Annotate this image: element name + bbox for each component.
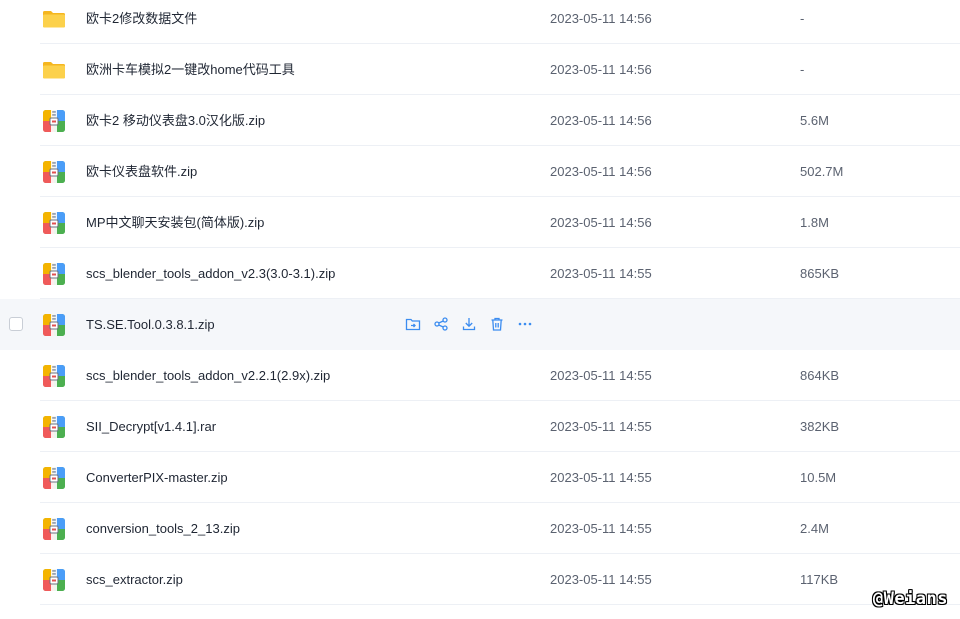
file-name[interactable]: 欧卡仪表盘软件.zip (86, 163, 197, 180)
folder-icon (42, 7, 66, 31)
archive-icon (42, 568, 66, 592)
file-row[interactable]: SII_Decrypt[v1.4.1].rar 2023-05-11 14:55 3… (0, 401, 960, 452)
file-date: 2023-05-11 14:55 (550, 266, 652, 281)
file-row[interactable]: 欧洲卡车模拟2一键改home代码工具 2023-05-11 14:56 - (0, 44, 960, 95)
file-row[interactable]: scs_blender_tools_addon_v2.3(3.0-3.1).zi… (0, 248, 960, 299)
file-size: 117KB (800, 572, 839, 587)
file-name[interactable]: ConverterPIX-master.zip (86, 469, 228, 486)
file-row[interactable]: 欧卡2修改数据文件 2023-05-11 14:56 - (0, 0, 960, 44)
file-date: 2023-05-11 14:56 (550, 11, 652, 26)
file-size: 865KB (800, 266, 840, 281)
file-row[interactable]: TS.SE.Tool.0.3.8.1.zip (0, 299, 960, 350)
archive-icon (42, 109, 66, 133)
folder-icon (42, 58, 66, 82)
file-date: 2023-05-11 14:55 (550, 521, 652, 536)
archive-icon (42, 313, 66, 337)
row-actions (404, 315, 534, 333)
file-list: 欧卡2修改数据文件 2023-05-11 14:56- 欧洲卡车模拟2一键改home… (0, 0, 960, 619)
file-row[interactable]: 欧卡仪表盘软件.zip 2023-05-11 14:56 502.7M (0, 146, 960, 197)
file-name[interactable]: scs_blender_tools_addon_v2.2.1(2.9x).zip (86, 367, 330, 384)
file-size: 382KB (800, 419, 840, 434)
file-date: 2023-05-11 14:56 (550, 62, 652, 77)
file-date: 2023-05-11 14:56 (550, 113, 652, 128)
file-name[interactable]: 欧洲卡车模拟2一键改home代码工具 (86, 61, 295, 78)
share-icon[interactable] (432, 315, 450, 333)
archive-icon (42, 211, 66, 235)
file-row[interactable]: ConverterPIX-master.zip 2023-05-11 14:55 1… (0, 452, 960, 503)
row-checkbox[interactable] (9, 317, 23, 331)
file-size: 10.5M (800, 470, 837, 485)
delete-icon[interactable] (488, 315, 506, 333)
file-date: 2023-05-11 14:55 (550, 572, 652, 587)
file-row[interactable]: scs_blender_tools_addon_v2.2.1(2.9x).zip… (0, 350, 960, 401)
file-date: 2023-05-11 14:55 (550, 419, 652, 434)
file-row[interactable]: MP中文聊天安装包(简体版).zip 2023-05-11 14:56 1.8M (0, 197, 960, 248)
archive-icon (42, 262, 66, 286)
file-size: 2.4M (800, 521, 829, 536)
file-date: 2023-05-11 14:56 (550, 164, 652, 179)
file-size: 502.7M (800, 164, 844, 179)
file-row[interactable]: 欧卡2 移动仪表盘3.0汉化版.zip 2023-05-11 14:56 5.6M (0, 95, 960, 146)
watermark: @Weians (872, 589, 948, 609)
file-size: - (800, 62, 805, 77)
file-date: 2023-05-11 14:56 (550, 215, 652, 230)
file-name[interactable]: scs_extractor.zip (86, 571, 183, 588)
file-date: 2023-05-11 14:55 (550, 470, 652, 485)
file-name[interactable]: MP中文聊天安装包(简体版).zip (86, 214, 264, 231)
file-row[interactable]: scs_extractor.zip 2023-05-11 14:55 117KB (0, 554, 960, 605)
file-size: 5.6M (800, 113, 829, 128)
download-icon[interactable] (460, 315, 478, 333)
archive-icon (42, 364, 66, 388)
archive-icon (42, 415, 66, 439)
file-date: 2023-05-11 14:55 (550, 368, 652, 383)
archive-icon (42, 466, 66, 490)
file-name[interactable]: SII_Decrypt[v1.4.1].rar (86, 418, 216, 435)
file-name[interactable]: 欧卡2修改数据文件 (86, 10, 197, 27)
move-to-folder-icon[interactable] (404, 315, 422, 333)
file-name[interactable]: conversion_tools_2_13.zip (86, 520, 240, 537)
file-row[interactable]: conversion_tools_2_13.zip 2023-05-11 14:5… (0, 503, 960, 554)
file-size: - (800, 11, 805, 26)
file-size: 864KB (800, 368, 840, 383)
row-divider (40, 604, 960, 605)
more-icon[interactable] (516, 315, 534, 333)
file-name[interactable]: scs_blender_tools_addon_v2.3(3.0-3.1).zi… (86, 265, 335, 282)
file-name[interactable]: 欧卡2 移动仪表盘3.0汉化版.zip (86, 112, 265, 129)
file-size: 1.8M (800, 215, 829, 230)
file-name[interactable]: TS.SE.Tool.0.3.8.1.zip (86, 316, 215, 333)
archive-icon (42, 517, 66, 541)
archive-icon (42, 160, 66, 184)
